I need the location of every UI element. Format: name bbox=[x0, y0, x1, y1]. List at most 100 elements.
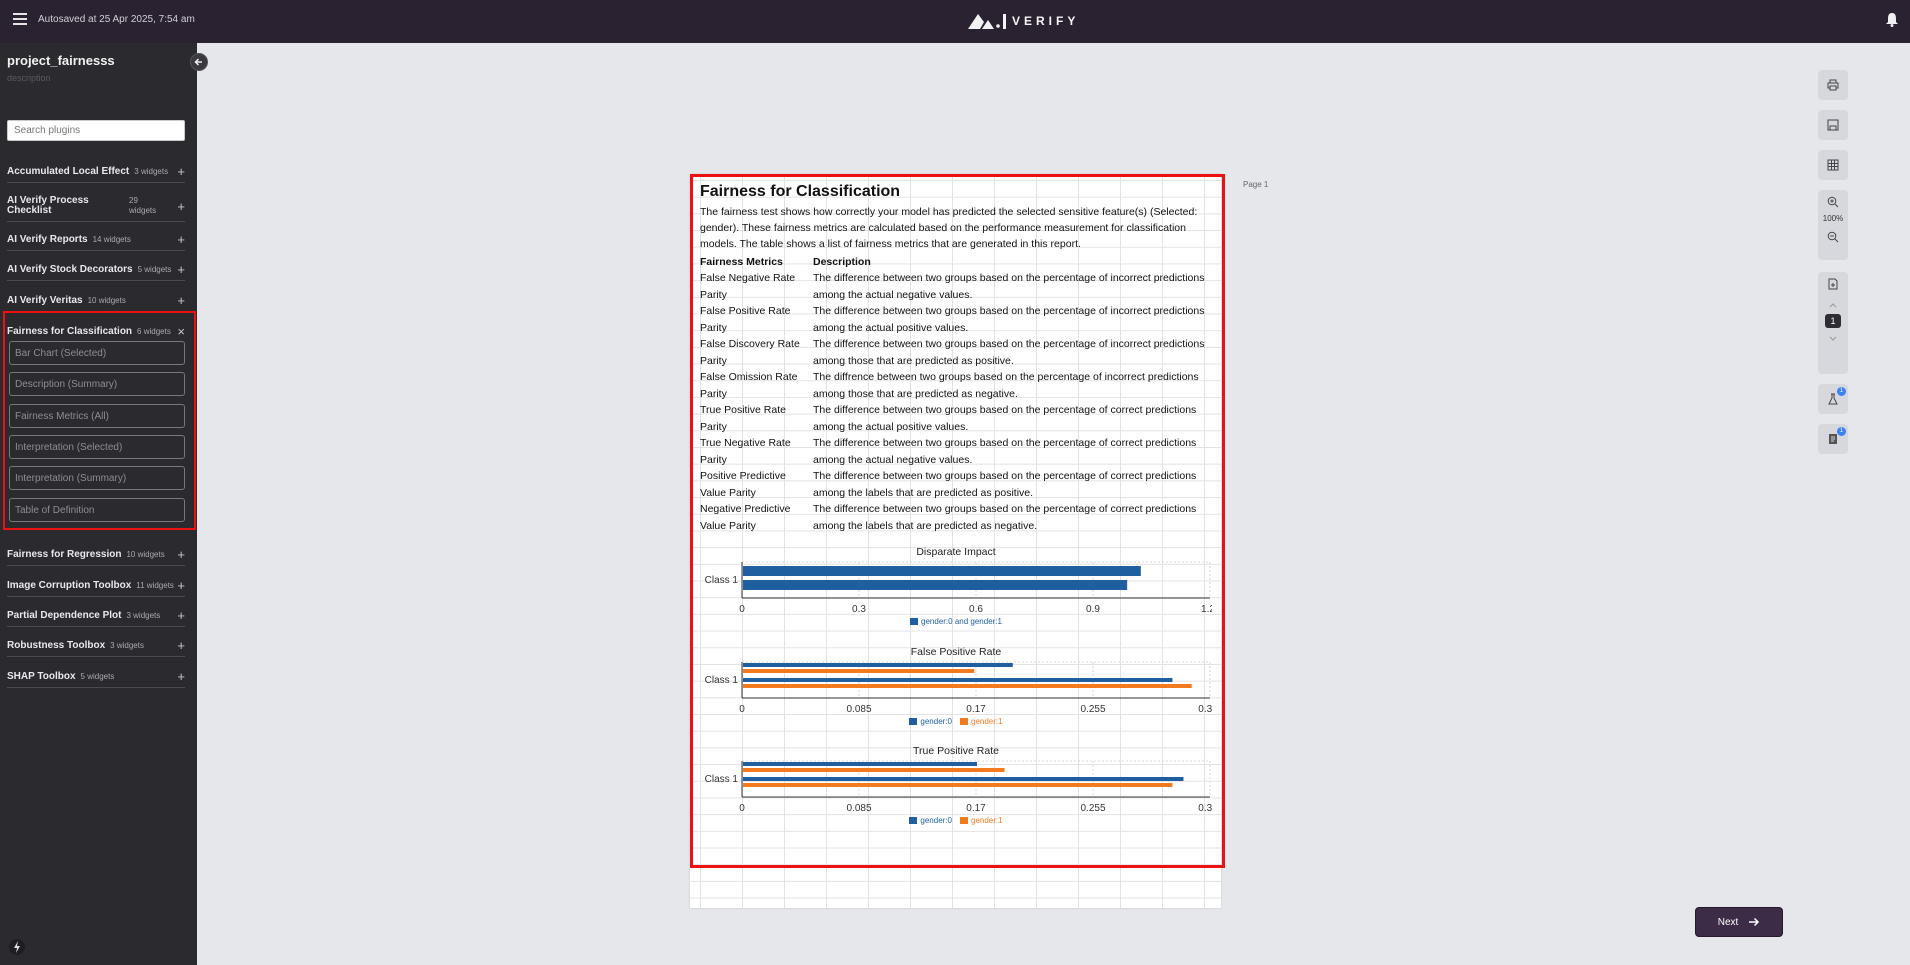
bar-chart[interactable]: False Positive Rate Class 1 0 0.085 0.17 0.25… bbox=[700, 646, 1212, 736]
metric-description: The difference between two groups based … bbox=[813, 437, 1197, 466]
metric-name: True Negative Rate Parity bbox=[700, 437, 791, 466]
legend-item[interactable]: gender:0 and gender:1 bbox=[910, 617, 1002, 626]
hamburger-menu-icon[interactable] bbox=[13, 13, 27, 25]
search-plugins-input[interactable] bbox=[7, 120, 185, 141]
chart-bar bbox=[743, 684, 1192, 688]
legend-swatch bbox=[909, 817, 918, 824]
plugin-widget-count: 3 widgets bbox=[134, 167, 169, 176]
plugin-item[interactable]: AI Verify Process Checklist 29 widgets + bbox=[7, 196, 185, 216]
tick-label: 0 bbox=[739, 803, 745, 814]
chart-bar bbox=[743, 768, 1005, 772]
plugin-item[interactable]: AI Verify Stock Decorators 5 widgets + bbox=[7, 262, 185, 277]
plugin-widget-count: 29 widgets bbox=[129, 196, 157, 215]
plugin-name: AI Verify Veritas bbox=[7, 295, 83, 306]
plugin-item[interactable]: Fairness for Regression 10 widgets + bbox=[7, 547, 185, 562]
expand-plugin-icon[interactable]: + bbox=[177, 199, 185, 214]
chevron-up-icon bbox=[1829, 303, 1837, 308]
arrow-right-icon bbox=[1749, 917, 1760, 927]
legend-item[interactable]: gender:1 bbox=[960, 717, 1003, 726]
page-up-button[interactable] bbox=[1818, 296, 1848, 314]
legend-label: gender:1 bbox=[971, 717, 1003, 726]
legend-item[interactable]: gender:0 bbox=[909, 816, 952, 825]
legend-swatch bbox=[910, 618, 919, 625]
legend-item[interactable]: gender:0 bbox=[909, 717, 952, 726]
expand-plugin-icon[interactable]: + bbox=[177, 547, 185, 562]
widget-item[interactable]: Description (Summary) bbox=[9, 372, 185, 397]
next-button[interactable]: Next bbox=[1695, 907, 1783, 937]
legend-item[interactable]: gender:1 bbox=[960, 816, 1003, 825]
page-down-button[interactable] bbox=[1818, 328, 1848, 350]
notification-bell-icon[interactable] bbox=[1886, 13, 1898, 27]
chart-title: Disparate Impact bbox=[916, 546, 996, 558]
bar-chart[interactable]: Disparate Impact Class 1 0 0.3 0.6 0.9 1.2 gend… bbox=[700, 546, 1212, 636]
chart-title: False Positive Rate bbox=[910, 646, 1002, 658]
table-header-metric: Fairness Metrics bbox=[700, 255, 783, 268]
expand-plugin-icon[interactable]: + bbox=[177, 638, 185, 653]
metric-name: False Negative Rate Parity bbox=[700, 272, 796, 301]
bar-chart[interactable]: True Positive Rate Class 1 0 0.085 0.17 0.255… bbox=[700, 745, 1212, 835]
document-icon bbox=[1829, 434, 1837, 444]
tick-label: 0 bbox=[739, 604, 745, 615]
flask-button[interactable]: 1 bbox=[1818, 384, 1848, 414]
tick-label: 0.17 bbox=[966, 704, 986, 715]
tick-label: 0 bbox=[739, 704, 745, 715]
widget-item[interactable]: Fairness Metrics (All) bbox=[9, 403, 185, 428]
metric-description: The difference between two groups based … bbox=[813, 338, 1205, 367]
plugin-item[interactable]: Partial Dependence Plot 3 widgets + bbox=[7, 608, 185, 623]
legend-label: gender:0 bbox=[920, 816, 952, 825]
plugin-item[interactable]: SHAP Toolbox 5 widgets + bbox=[7, 669, 185, 684]
fairness-widget-content[interactable]: Fairness for Classification The fairness… bbox=[700, 183, 1212, 534]
plugin-item[interactable]: AI Verify Reports 14 widgets + bbox=[7, 232, 185, 247]
bolt-icon[interactable] bbox=[9, 939, 25, 955]
plugin-item[interactable]: Image Corruption Toolbox 11 widgets + bbox=[7, 578, 185, 593]
metric-description: The difference between two groups based … bbox=[813, 404, 1197, 433]
widget-item[interactable]: Bar Chart (Selected) bbox=[9, 341, 185, 365]
chart-legend: gender:0 and gender:1 bbox=[700, 617, 1212, 626]
expand-plugin-icon[interactable]: + bbox=[177, 608, 185, 623]
save-button[interactable] bbox=[1818, 110, 1848, 140]
metric-description: The difference between two groups based … bbox=[813, 305, 1205, 334]
collapse-sidebar-button[interactable] bbox=[190, 53, 208, 71]
chart-bar bbox=[743, 783, 1173, 787]
plugin-name: Partial Dependence Plot bbox=[7, 610, 122, 621]
zoom-controls: 100% bbox=[1818, 190, 1848, 260]
widget-item[interactable]: Table of Definition bbox=[9, 497, 185, 522]
plugin-item[interactable]: AI Verify Veritas 10 widgets + bbox=[7, 293, 185, 308]
plugin-widget-count: 10 widgets bbox=[126, 550, 165, 559]
tick-label: 1.2 bbox=[1201, 604, 1212, 615]
chart-plot: Class 1 0 0.085 0.17 0.255 0.34 bbox=[705, 661, 1212, 715]
fairness-metrics-table: Fairness Metrics Description False Negat… bbox=[700, 253, 1212, 534]
plugin-item[interactable]: Accumulated Local Effect 3 widgets + bbox=[7, 164, 185, 179]
zoom-out-button[interactable] bbox=[1818, 223, 1848, 251]
plugin-divider bbox=[7, 280, 185, 281]
plugin-name: Fairness for Regression bbox=[7, 549, 122, 560]
tick-label: 0.3 bbox=[852, 604, 866, 615]
arrow-left-icon bbox=[194, 58, 202, 66]
expand-plugin-icon[interactable]: + bbox=[177, 293, 185, 308]
document-button[interactable]: 1 bbox=[1818, 424, 1848, 454]
plugin-divider bbox=[7, 565, 185, 566]
widget-item[interactable]: Interpretation (Summary) bbox=[9, 466, 185, 491]
metric-description: The difference between two groups based … bbox=[813, 470, 1197, 499]
chart-bar bbox=[743, 580, 1128, 590]
current-page-number: 1 bbox=[1825, 314, 1841, 328]
expand-plugin-icon[interactable]: + bbox=[177, 164, 185, 179]
expand-plugin-icon[interactable]: + bbox=[177, 232, 185, 247]
chart-legend: gender:0 gender:1 bbox=[700, 816, 1212, 825]
widget-item[interactable]: Interpretation (Selected) bbox=[9, 434, 185, 459]
add-page-button[interactable] bbox=[1818, 272, 1848, 296]
metric-name: Negative Predictive Value Parity bbox=[700, 503, 791, 532]
expand-plugin-icon[interactable]: + bbox=[177, 262, 185, 277]
tick-label: 0.085 bbox=[846, 704, 871, 715]
table-header-description: Description bbox=[813, 255, 871, 268]
plugin-item[interactable]: Robustness Toolbox 3 widgets + bbox=[7, 638, 185, 653]
zoom-out-icon bbox=[1827, 231, 1839, 243]
print-button[interactable] bbox=[1818, 70, 1848, 100]
legend-label: gender:0 bbox=[920, 717, 952, 726]
expand-plugin-icon[interactable]: + bbox=[177, 669, 185, 684]
grid-toggle-button[interactable] bbox=[1818, 150, 1848, 180]
zoom-in-button[interactable] bbox=[1818, 190, 1848, 214]
logo-mark-icon bbox=[968, 14, 1006, 29]
plugin-divider bbox=[7, 250, 185, 251]
expand-plugin-icon[interactable]: + bbox=[177, 578, 185, 593]
